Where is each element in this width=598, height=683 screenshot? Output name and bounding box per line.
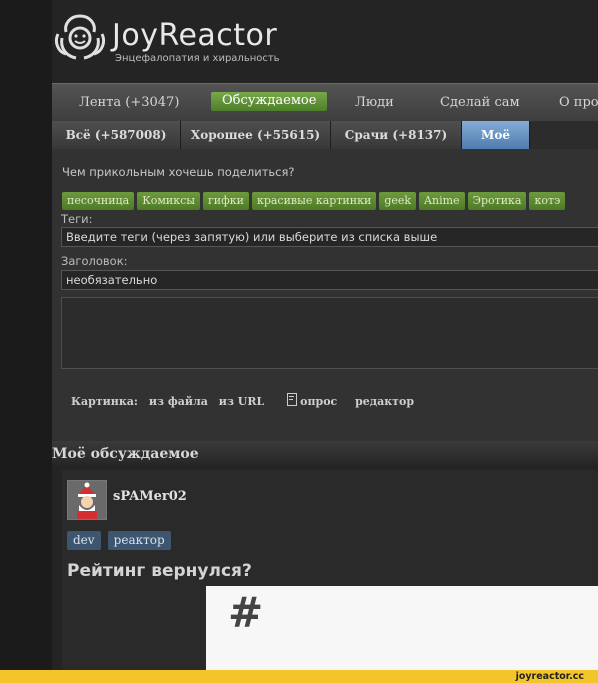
editor-link[interactable]: редактор: [355, 395, 414, 408]
subnav-mine[interactable]: Моё: [462, 121, 530, 149]
post-form: Чем прикольным хочешь поделиться? песочн…: [52, 149, 598, 441]
quick-tag-geek[interactable]: geek: [379, 192, 417, 210]
quick-tag-gifs[interactable]: гифки: [203, 192, 249, 210]
avatar[interactable]: [67, 480, 107, 520]
quick-tag-pictures[interactable]: красивые картинки: [251, 192, 377, 210]
quick-tag-comics[interactable]: Комиксы: [137, 192, 201, 210]
site-logo[interactable]: JoyReactor Энцефалопатия и хиральность: [52, 8, 332, 70]
post-image[interactable]: #: [206, 586, 598, 670]
nav-people[interactable]: Люди: [355, 95, 394, 110]
section-title: Моё обсуждаемое: [52, 446, 199, 462]
nav-feed[interactable]: Лента (+3047): [79, 95, 179, 110]
tags-label: Теги:: [61, 212, 93, 226]
post-tag-dev[interactable]: dev: [67, 531, 101, 550]
watermark-text: joyreactor.cc: [515, 671, 584, 682]
watermark-bar: joyreactor.cc: [0, 670, 598, 683]
left-margin: [0, 0, 52, 683]
subnav-flame[interactable]: Срачи (+8137): [331, 121, 462, 149]
poll-label: опрос: [300, 395, 338, 408]
quick-tag-erotica[interactable]: Эротика: [467, 192, 527, 210]
post-card: sPAMer02 dev реактор Рейтинг вернулся? #: [62, 470, 598, 670]
upload-from-file-link[interactable]: из файла: [149, 395, 208, 408]
quick-tags: песочница Комиксы гифки красивые картинки ge…: [62, 189, 568, 210]
site-title: JoyReactor: [112, 18, 278, 53]
title-label: Заголовок:: [61, 254, 128, 268]
poll-button[interactable]: опрос: [287, 393, 344, 408]
title-input[interactable]: необязательно: [61, 270, 598, 290]
subnav-all[interactable]: Всё (+587008): [52, 121, 181, 149]
post-tags: dev реактор: [67, 529, 173, 550]
section-header: Моё обсуждаемое: [52, 441, 598, 465]
biohazard-smiley-icon: [54, 14, 106, 60]
hashtag-icon: #: [228, 588, 264, 637]
post-tag-reactor[interactable]: реактор: [107, 531, 171, 550]
quick-tag-cats[interactable]: котэ: [529, 192, 566, 210]
subnav-good[interactable]: Хорошее (+55615): [181, 121, 331, 149]
main-nav: Лента (+3047) Обсуждаемое Люди Сделай са…: [52, 83, 598, 122]
site-subtitle: Энцефалопатия и хиральность: [115, 53, 280, 64]
quick-tag-sandbox[interactable]: песочница: [62, 192, 135, 210]
nav-about[interactable]: О прос: [559, 95, 598, 110]
picture-label: Картинка:: [71, 395, 138, 408]
sub-nav: Всё (+587008) Хорошее (+55615) Срачи (+8…: [52, 121, 598, 149]
post-text-area[interactable]: [61, 297, 598, 369]
upload-from-url-link[interactable]: из URL: [219, 395, 264, 408]
tags-input[interactable]: Введите теги (через запятую) или выберит…: [61, 227, 598, 247]
nav-diy[interactable]: Сделай сам: [440, 95, 520, 110]
nav-discussed[interactable]: Обсуждаемое: [211, 92, 328, 111]
quick-tag-anime[interactable]: Anime: [419, 192, 465, 210]
poll-icon: [287, 393, 298, 406]
form-prompt: Чем прикольным хочешь поделиться?: [62, 165, 295, 179]
post-tools: Картинка: из файла из URL опрос редактор: [71, 393, 421, 408]
post-author[interactable]: sPAMer02: [113, 489, 187, 504]
post-title[interactable]: Рейтинг вернулся?: [67, 561, 252, 581]
santa-avatar-icon: [68, 481, 106, 519]
